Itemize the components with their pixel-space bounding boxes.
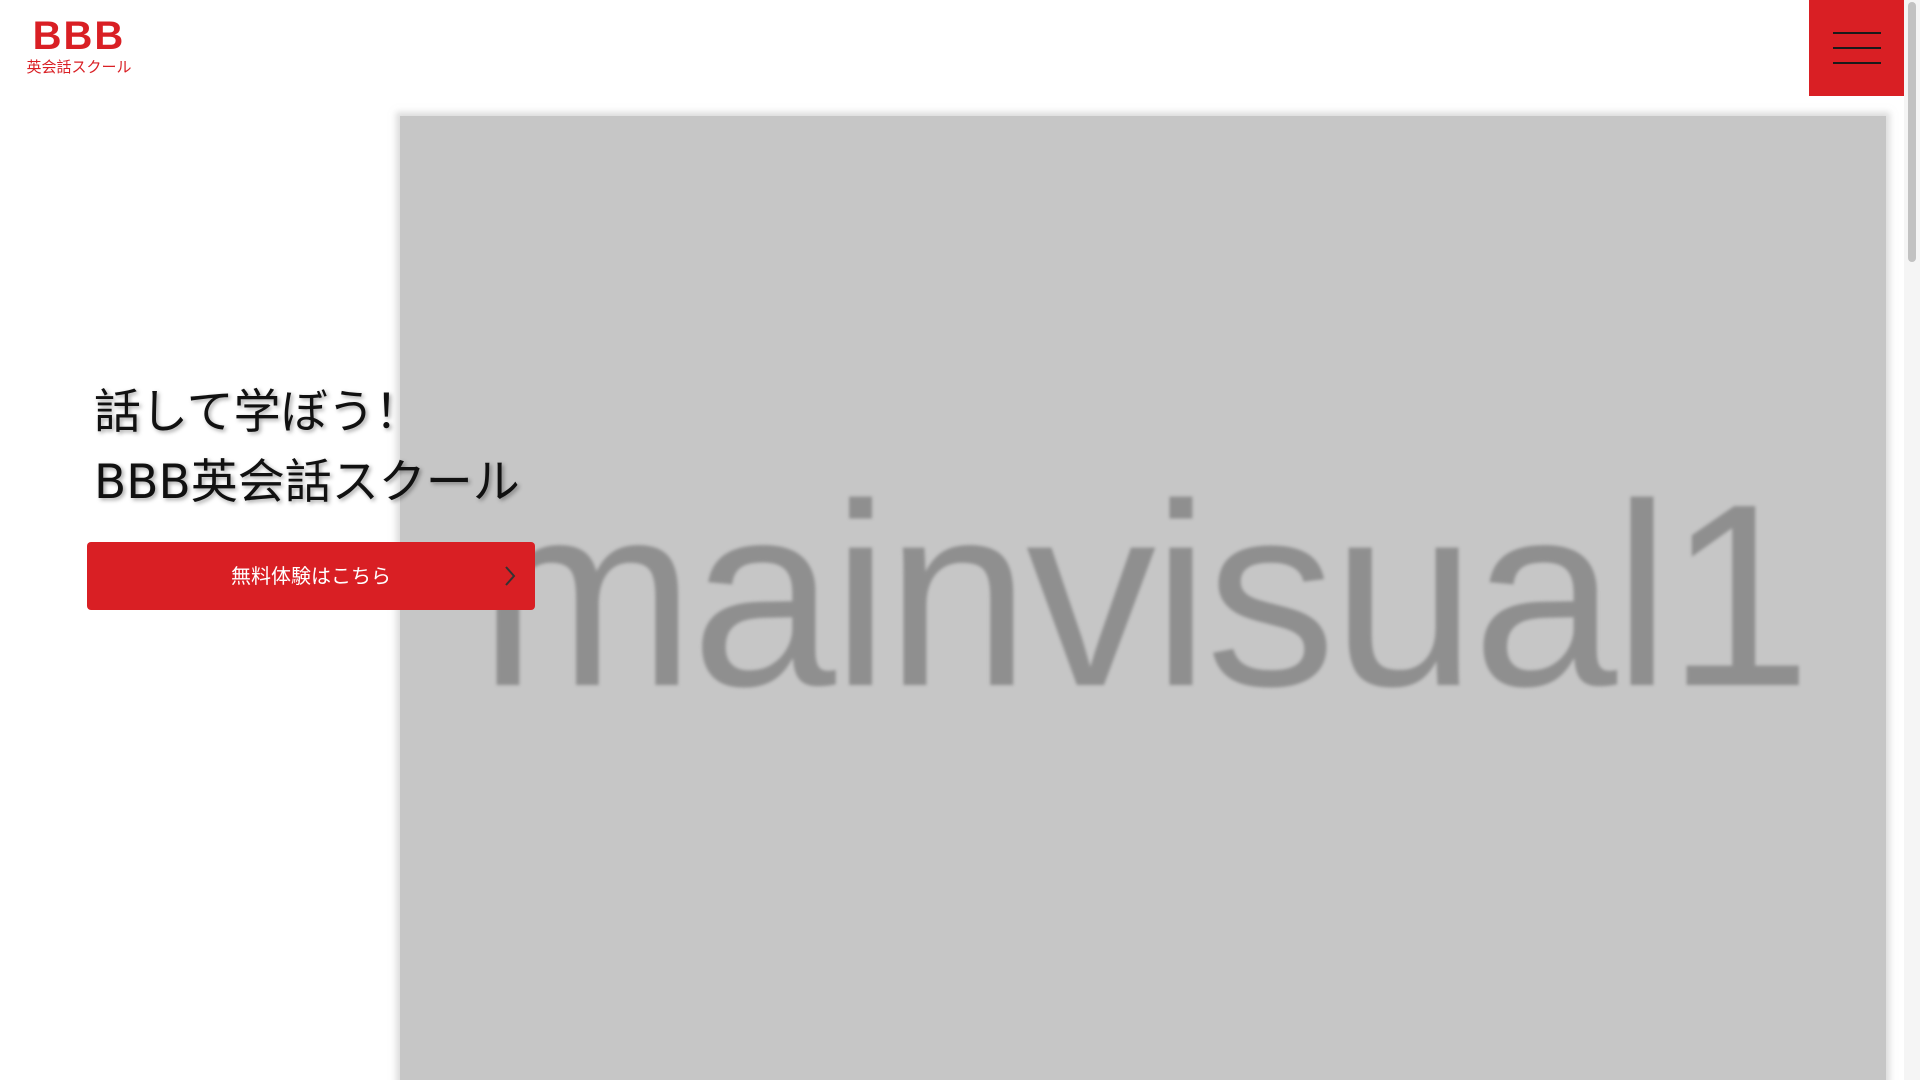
- scrollbar-thumb[interactable]: [1908, 2, 1916, 262]
- chevron-right-icon: [503, 542, 517, 610]
- hamburger-menu-icon-line: [1833, 47, 1881, 49]
- hamburger-menu-icon: [1833, 32, 1881, 34]
- hero-headline-line2: BBB英会話スクール: [94, 455, 520, 510]
- hero-headline-line1: 話して学ぼう！: [94, 385, 422, 440]
- free-trial-button[interactable]: 無料体験はこちら: [87, 542, 535, 610]
- free-trial-button-label: 無料体験はこちら: [231, 564, 391, 588]
- main-visual-placeholder-text: mainvisual1: [478, 451, 1812, 741]
- logo-mark: BBB: [32, 14, 126, 58]
- hamburger-menu-icon-line: [1833, 62, 1881, 64]
- site-logo[interactable]: BBB 英会話スクール: [24, 16, 134, 76]
- logo-subtitle: 英会話スクール: [26, 58, 132, 76]
- hamburger-menu-button[interactable]: [1809, 0, 1905, 96]
- page: BBB 英会話スクール mainvisual1 話して学ぼう！ BBB英会話スク…: [0, 0, 1920, 1080]
- main-visual-image: mainvisual1: [400, 116, 1886, 1080]
- hero-copy: 話して学ぼう！ BBB英会話スクール: [94, 378, 520, 518]
- page-scrollbar[interactable]: [1904, 0, 1920, 1080]
